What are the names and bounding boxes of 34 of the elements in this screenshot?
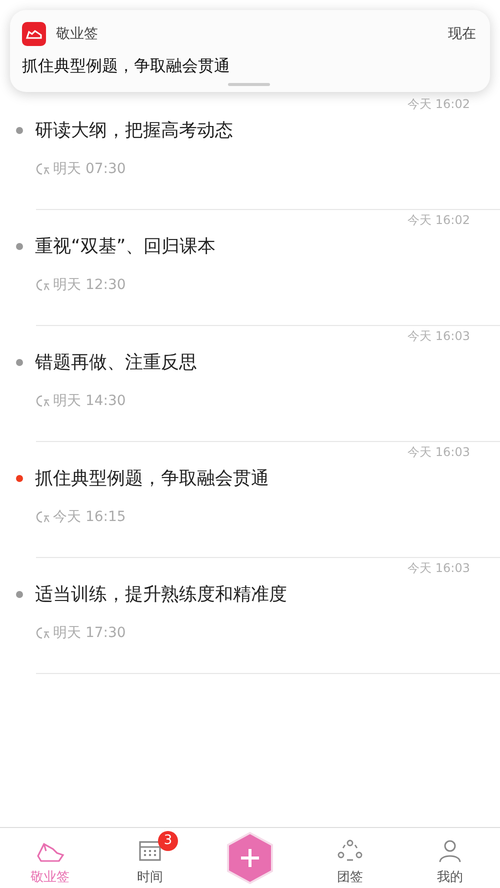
drag-handle[interactable] — [228, 83, 270, 86]
reminder-time: 明天 07:30 — [53, 160, 126, 178]
reminder-time: 今天 16:15 — [53, 508, 126, 526]
add-button[interactable] — [226, 832, 274, 884]
created-time: 今天 16:02 — [406, 212, 471, 228]
app-name: 敬业签 — [56, 25, 98, 43]
tab-item[interactable]: 我的 — [400, 830, 500, 886]
created-time: 今天 16:03 — [406, 328, 471, 344]
group-icon — [337, 839, 363, 863]
repeat-clock-icon — [36, 278, 50, 292]
repeat-clock-icon — [36, 626, 50, 640]
reminder-time: 明天 17:30 — [53, 624, 126, 642]
notification-message: 抓住典型例题，争取融会贯通 — [22, 56, 231, 77]
count-badge: 3 — [158, 831, 178, 851]
tab-item[interactable]: 3 时间 — [100, 830, 200, 886]
repeat-clock-icon — [36, 510, 50, 524]
note-title[interactable]: 研读大纲，把握高考动态 — [35, 118, 233, 142]
created-time: 今天 16:02 — [406, 96, 471, 112]
repeat-clock-icon — [36, 394, 50, 408]
note-title[interactable]: 适当训练，提升熟练度和精准度 — [35, 582, 287, 606]
reminder-time: 明天 12:30 — [53, 276, 126, 294]
notification-time: 现在 — [448, 25, 476, 43]
created-time: 今天 16:03 — [406, 560, 471, 576]
person-icon — [438, 839, 462, 863]
note-title[interactable]: 重视“双基”、回归课本 — [35, 234, 216, 258]
note-title[interactable]: 错题再做、注重反思 — [35, 350, 197, 374]
app-icon — [22, 22, 46, 46]
created-time: 今天 16:03 — [406, 444, 471, 460]
reminder-time: 明天 14:30 — [53, 392, 126, 410]
note-title[interactable]: 抓住典型例题，争取融会贯通 — [35, 466, 269, 490]
notification-banner[interactable]: 敬业签 现在 抓住典型例题，争取融会贯通 — [10, 10, 490, 92]
calendar-icon — [138, 839, 162, 863]
repeat-clock-icon — [36, 162, 50, 176]
tab-item[interactable]: 团签 — [300, 830, 400, 886]
